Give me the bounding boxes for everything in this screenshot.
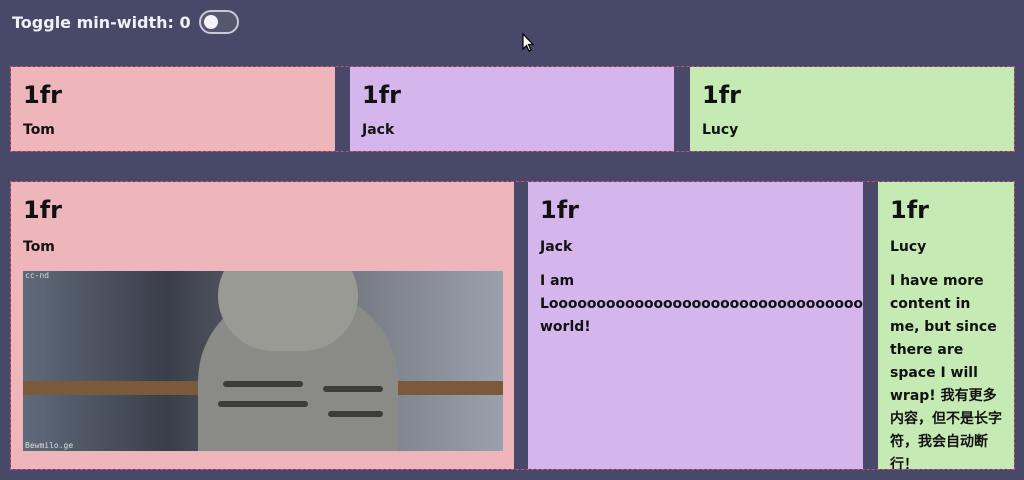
fr-label: 1fr: [362, 81, 401, 109]
grid2-cell-lucy: 1fr Lucy I have more content in me, but …: [878, 182, 1014, 469]
image-credit: Bewmilo.ge: [25, 441, 74, 450]
grid1-cell-jack: 1fr Jack: [350, 67, 674, 151]
text-line: I am: [540, 273, 575, 289]
fr-label: 1fr: [702, 81, 741, 109]
cell-name: Lucy: [890, 239, 927, 255]
grid-1fr-row: 1fr Tom 1fr Jack 1fr Lucy: [10, 66, 1015, 152]
grid2-cell-jack: 1fr Jack I am Looooooooooooooooooooooooo…: [528, 182, 863, 469]
min-width-toggle-switch[interactable]: [198, 10, 239, 34]
toggle-row: Toggle min-width: 0: [12, 10, 239, 34]
grid1-cell-lucy: 1fr Lucy: [690, 67, 1014, 151]
long-word: Looooooooooooooooooooooooooooooooooooong: [540, 296, 863, 312]
grid2-cell-tom: 1fr Tom cc-nd Bewmilo.ge: [11, 182, 514, 469]
cell-text: I am Loooooooooooooooooooooooooooooooooo…: [540, 270, 863, 339]
cell-name: Jack: [540, 239, 573, 255]
text-line: world!: [540, 319, 591, 335]
fr-label: 1fr: [23, 196, 62, 224]
toggle-knob: [203, 15, 218, 29]
image-overlay-text: cc-nd: [25, 271, 50, 280]
grid1-cell-tom: 1fr Tom: [11, 67, 335, 151]
fr-label: 1fr: [23, 81, 62, 109]
cell-name: Tom: [23, 122, 55, 138]
cell-name: Lucy: [702, 122, 739, 138]
cell-text: I have more content in me, but since the…: [890, 273, 1002, 469]
cell-name: Tom: [23, 239, 55, 255]
cat-photo: cc-nd Bewmilo.ge: [23, 271, 503, 451]
toggle-label: Toggle min-width: 0: [12, 12, 191, 32]
fr-label: 1fr: [890, 196, 929, 224]
fr-label: 1fr: [540, 196, 579, 224]
grid-min-width-demo: 1fr Tom cc-nd Bewmilo.ge 1fr Jack I am L…: [10, 181, 1015, 470]
cell-name: Jack: [362, 122, 395, 138]
mouse-pointer-icon: [522, 33, 535, 52]
